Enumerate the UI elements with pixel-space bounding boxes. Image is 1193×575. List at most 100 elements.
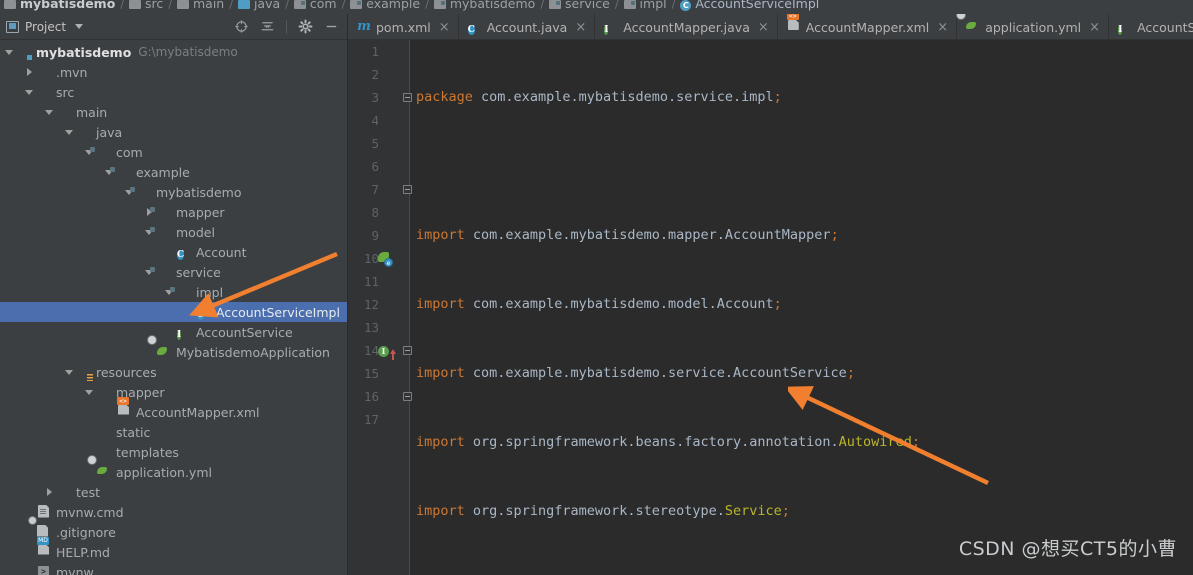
tree-item-src[interactable]: src [0,82,347,102]
crosshair-icon[interactable] [234,19,249,34]
tree-item-application-yml[interactable]: application.yml [0,462,347,482]
tree-item-label: mybatisdemo [156,184,242,200]
tree-item-label: resources [96,364,157,380]
tree-item-com[interactable]: com [0,142,347,162]
editor-tab-account-java[interactable]: C Account.java × [459,14,596,39]
line-number: 17 [363,412,379,427]
ide-window: mybatisdemo / src / main / java / com / … [0,0,1193,575]
module-icon [4,0,16,9]
tree-item-mapper[interactable]: mapper [0,202,347,222]
close-icon[interactable]: × [439,21,450,34]
toolbar-divider [286,19,287,34]
tree-item-mvnw-cmd[interactable]: mvnw.cmd [0,502,347,522]
tree-item-mybatisdemo[interactable]: mybatisdemo G:\mybatisdemo [0,42,347,62]
tree-item-impl[interactable]: impl [0,282,347,302]
class-icon: C [197,309,205,320]
disclosure-triangle-icon[interactable] [84,387,95,398]
breadcrumb[interactable]: mybatisdemo / src / main / java / com / … [0,0,1193,14]
line-number: 8 [371,205,379,220]
class-icon: C [680,0,692,11]
editor-tab-accountmapper-xml[interactable]: AccountMapper.xml × [778,14,958,39]
close-icon[interactable]: × [758,21,769,34]
package-icon [293,0,306,9]
tree-item-help-md[interactable]: HELP.md [0,542,347,562]
close-icon[interactable]: × [1089,21,1100,34]
tree-item-mvnw[interactable]: mvnw [0,562,347,575]
interface-icon: I [177,329,182,340]
tree-item-test[interactable]: test [0,482,347,502]
breadcrumb-item-example[interactable]: example [350,0,420,14]
tab-label: AccountMapper.xml [805,19,930,35]
project-tree[interactable]: mybatisdemo G:\mybatisdemo .mvn src main java… [0,40,347,575]
tree-item-label: java [96,124,123,140]
yml-file-icon [966,20,980,34]
source-folder-icon [237,0,250,9]
spring-bean-gutter-icon[interactable]: e [378,252,393,267]
tree-item-label: main [76,104,108,120]
breadcrumb-item-src[interactable]: src [129,0,163,14]
disclosure-triangle-icon[interactable] [44,487,55,498]
breadcrumb-item-accountserviceimpl[interactable]: C AccountServiceImpl [680,0,819,14]
disclosure-triangle-icon[interactable] [24,67,35,78]
tree-item-accountmapper-xml[interactable]: AccountMapper.xml [0,402,347,422]
code-line: import org.springframework.beans.factory… [416,434,920,450]
code-editor[interactable]: 1 2 3 4 5 6 7 8 9 10 11 12 13 14 15 16 17 e I package com.… [348,40,1193,575]
tree-item-label: Account [196,244,247,260]
implementing-method-gutter-icon[interactable]: I [378,344,398,360]
breadcrumb-item-mybatisdemo[interactable]: mybatisdemo [4,0,115,14]
editor-tab-accountservice-java[interactable]: IAccountService.java× [1109,14,1193,39]
tree-item-resources[interactable]: resources [0,362,347,382]
editor-tab-pom-xml[interactable]: m pom.xml × [348,14,459,39]
disclosure-triangle-icon[interactable] [64,127,75,138]
tree-item-mvn[interactable]: .mvn [0,62,347,82]
breadcrumb-separator: / [168,0,172,11]
breadcrumb-item-impl[interactable]: impl [623,0,667,14]
tree-item-accountserviceimpl[interactable]: C AccountServiceImpl [0,302,347,322]
disclosure-triangle-icon[interactable] [4,47,15,58]
tree-item-templates[interactable]: templates [0,442,347,462]
tree-item-label: test [76,484,101,500]
breadcrumb-item-main[interactable]: main [176,0,224,14]
code-line: import com.example.mybatisdemo.service.A… [416,365,855,381]
tree-item-model[interactable]: model [0,222,347,242]
tree-item-gitignore[interactable]: .gitignore [0,522,347,542]
tree-item-mapper[interactable]: mapper [0,382,347,402]
project-title-group[interactable]: Project [6,20,84,34]
tree-item-mybatisdemoapplication[interactable]: MybatisdemoApplication [0,342,347,362]
editor-gutter[interactable]: 1 2 3 4 5 6 7 8 9 10 11 12 13 14 15 16 17 e I [348,40,412,575]
code-line: import org.springframework.stereotype.Se… [416,503,790,519]
chevron-down-icon[interactable] [75,24,84,29]
tree-item-main[interactable]: main [0,102,347,122]
close-icon[interactable]: × [937,21,948,34]
tree-item-static[interactable]: static [0,422,347,442]
disclosure-triangle-icon[interactable] [64,367,75,378]
breadcrumb-item-mybatisdemo-pkg[interactable]: mybatisdemo [433,0,535,14]
minus-icon[interactable] [324,19,339,34]
tree-item-label: static [116,424,151,440]
tree-item-mybatisdemo[interactable]: mybatisdemo [0,182,347,202]
breadcrumb-item-com[interactable]: com [293,0,337,14]
disclosure-triangle-icon[interactable] [44,107,55,118]
tree-item-accountservice[interactable]: I AccountService [0,322,347,342]
editor-tab-bar[interactable]: m pom.xml × C Account.java × I AccountMapper.ja… [348,14,1193,40]
breadcrumb-item-java[interactable]: java [237,0,280,14]
tree-item-example[interactable]: example [0,162,347,182]
breadcrumb-separator: / [120,0,125,11]
editor-tab-application-yml[interactable]: application.yml × [957,14,1110,39]
editor-code-area[interactable]: package com.example.mybatisdemo.service.… [410,40,1193,575]
tree-item-service[interactable]: service [0,262,347,282]
disclosure-triangle-icon[interactable] [24,87,35,98]
tree-item-account[interactable]: C Account [0,242,347,262]
tree-item-label: mvnw.cmd [56,504,124,520]
close-icon[interactable]: × [575,21,586,34]
code-line: import com.example.mybatisdemo.model.Acc… [416,296,782,312]
gear-icon[interactable] [298,19,313,34]
tree-item-java[interactable]: java [0,122,347,142]
breadcrumb-item-service[interactable]: service [549,0,610,14]
editor-tab-accountmapper-java[interactable]: I AccountMapper.java × [595,14,778,39]
collapse-all-icon[interactable] [260,19,275,34]
